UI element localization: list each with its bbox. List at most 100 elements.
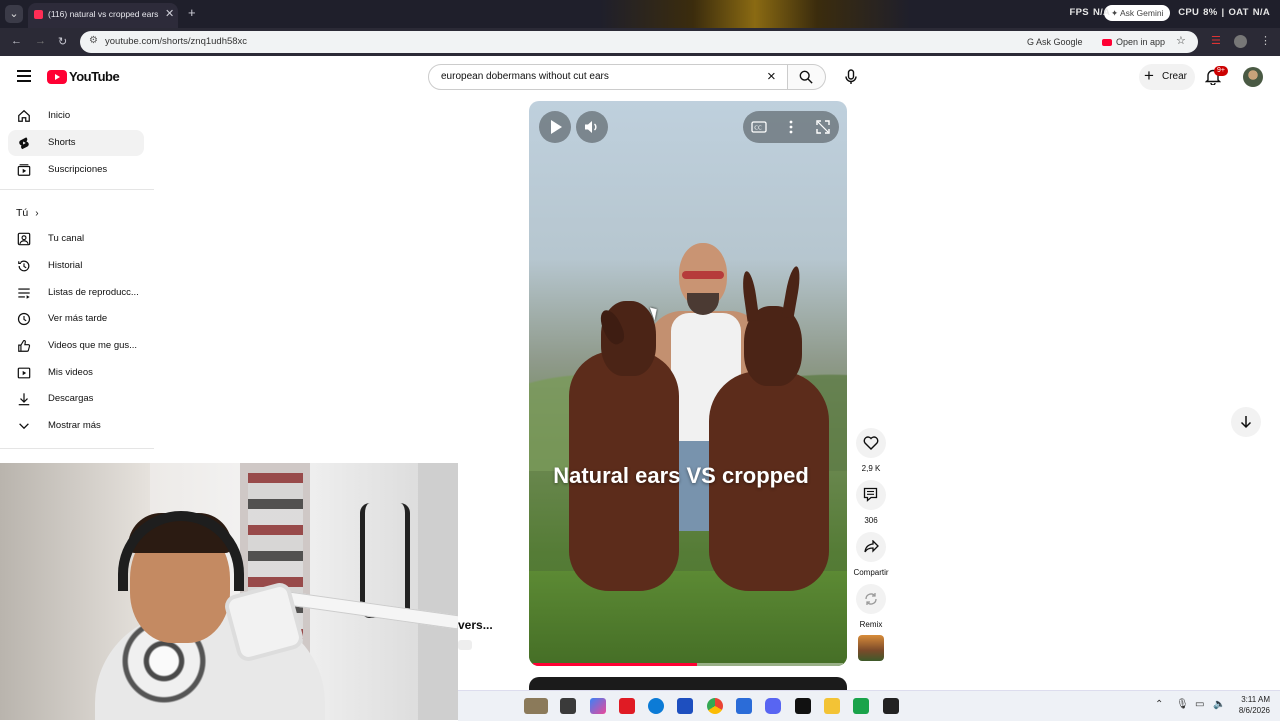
sidebar-item-label: Mis videos <box>48 367 93 378</box>
sidebar-item-show-more[interactable]: Mostrar más <box>8 413 144 439</box>
tray-overflow-icon[interactable]: ⌃ <box>1155 699 1163 710</box>
volume-icon <box>585 121 597 133</box>
system-clock[interactable]: 3:11 AM 8/6/2026 <box>1230 694 1270 716</box>
sidebar-item-downloads[interactable]: Descargas <box>8 386 144 412</box>
ask-google-button[interactable]: G Ask Google <box>1021 34 1089 50</box>
account-avatar[interactable] <box>1243 67 1263 87</box>
share-button[interactable] <box>856 532 886 562</box>
share-action[interactable]: Compartir <box>853 532 889 577</box>
partial-video-title: vers... <box>458 618 493 632</box>
share-label: Compartir <box>853 568 889 577</box>
taskbar-epic-games-icon[interactable] <box>883 698 899 714</box>
captions-icon[interactable]: CC <box>751 121 767 133</box>
taskbar-store-icon[interactable] <box>677 698 693 714</box>
sidebar-item-label: Shorts <box>48 137 76 148</box>
clear-search-icon[interactable]: × <box>767 68 776 85</box>
sidebar-item-home[interactable]: Inicio <box>8 103 144 129</box>
open-in-app-button[interactable]: Open in app <box>1096 34 1171 50</box>
taskbar-file-explorer-icon[interactable] <box>824 698 840 714</box>
taskbar-discord-icon[interactable] <box>765 698 781 714</box>
volume-button[interactable] <box>576 111 608 143</box>
comment-action[interactable]: 306 <box>853 480 889 525</box>
new-tab-button[interactable]: + <box>188 5 196 20</box>
taskbar-copilot-icon[interactable] <box>590 698 606 714</box>
play-button[interactable] <box>539 111 571 143</box>
my-videos-icon <box>17 367 31 379</box>
youtube-play-logo-icon <box>47 69 67 84</box>
sidebar-item-shorts[interactable]: Shorts <box>8 130 144 156</box>
partial-channel-chip <box>458 640 472 650</box>
reload-icon[interactable]: ↻ <box>58 35 67 48</box>
video-top-controls: CC <box>743 111 839 143</box>
playlists-icon <box>18 288 30 299</box>
comment-count: 306 <box>864 516 878 525</box>
shorts-video-player[interactable]: CC Natural ears VS cropped <box>529 101 847 666</box>
taskbar-edge-icon[interactable] <box>648 698 664 714</box>
sound-thumbnail[interactable] <box>858 635 884 661</box>
taskbar-capcut-icon[interactable] <box>795 698 811 714</box>
ask-google-label: Ask Google <box>1036 37 1083 47</box>
you-section-header[interactable]: Tú › <box>16 207 39 219</box>
video-progress-bar[interactable] <box>533 663 843 666</box>
taskbar-terminal-icon[interactable] <box>560 698 576 714</box>
youtube-favicon-icon <box>34 10 43 19</box>
sidebar-item-playlists[interactable]: Listas de reproducc... <box>8 280 144 306</box>
sidebar-item-subscriptions[interactable]: Suscripciones <box>8 157 144 183</box>
create-button[interactable]: + Crear <box>1139 64 1195 90</box>
tab-close-icon[interactable]: ✕ <box>165 7 174 20</box>
more-options-icon[interactable] <box>789 120 793 134</box>
address-bar[interactable]: ⚙ youtube.com/shorts/znq1udh58xc G Ask G… <box>80 31 1198 53</box>
sidebar-item-label: Ver más tarde <box>48 313 108 324</box>
comments-button[interactable] <box>856 480 886 510</box>
tray-volume-icon[interactable]: 🔈 <box>1213 699 1225 710</box>
search-icon <box>799 70 813 84</box>
liked-videos-icon <box>18 340 31 352</box>
remix-button[interactable] <box>856 584 886 614</box>
site-info-icon[interactable]: ⚙ <box>89 35 98 46</box>
search-input[interactable] <box>439 70 753 83</box>
profile-avatar[interactable] <box>1234 35 1247 48</box>
taskbar-chrome-icon[interactable] <box>707 698 723 714</box>
video-caption-text: Natural ears VS cropped <box>553 463 809 488</box>
back-arrow-icon[interactable]: ← <box>11 35 22 47</box>
menu-icon[interactable] <box>17 70 31 85</box>
shorts-icon <box>19 137 29 150</box>
open-in-app-label: Open in app <box>1116 37 1166 47</box>
stats-divider: | <box>1221 7 1225 18</box>
you-header-label: Tú <box>16 207 29 219</box>
next-short-button[interactable] <box>1231 407 1261 437</box>
browser-tab-active[interactable]: (116) natural vs cropped ears w ✕ <box>28 3 178 28</box>
plus-icon: + <box>1144 66 1154 85</box>
comment-icon <box>863 487 878 502</box>
sidebar-item-your-channel[interactable]: Tu canal <box>8 226 144 252</box>
fullscreen-icon[interactable] <box>816 120 830 134</box>
bookmark-star-icon[interactable]: ☆ <box>1176 34 1186 47</box>
create-label: Crear <box>1162 71 1188 82</box>
youtube-logo[interactable]: YouTube <box>47 69 120 84</box>
forward-arrow-icon[interactable]: → <box>35 35 46 47</box>
tray-network-icon[interactable]: ▭ <box>1195 699 1204 710</box>
browser-menu-icon[interactable]: ⋮ <box>1260 34 1271 47</box>
taskbar-mail-icon[interactable] <box>736 698 752 714</box>
url-text[interactable]: youtube.com/shorts/znq1udh58xc <box>105 36 247 47</box>
sidebar-item-liked-videos[interactable]: Videos que me gus... <box>8 333 144 359</box>
history-icon <box>18 260 30 272</box>
sidebar-item-watch-later[interactable]: Ver más tarde <box>8 306 144 332</box>
tray-microphone-icon[interactable]: 🎙 <box>1176 699 1189 710</box>
taskbar-app-green-icon[interactable] <box>853 698 869 714</box>
remix-action[interactable]: Remix <box>853 584 889 629</box>
like-button[interactable] <box>856 428 886 458</box>
search-button[interactable] <box>788 64 826 90</box>
voice-search-button[interactable] <box>838 64 864 90</box>
like-action[interactable]: 2,9 K <box>853 428 889 473</box>
search-box[interactable]: × <box>428 64 788 90</box>
tab-search-button[interactable]: ⌄ <box>5 5 23 23</box>
taskbar-app-icon[interactable] <box>524 698 548 714</box>
media-controls-icon[interactable]: ☰ <box>1211 34 1221 47</box>
sidebar-item-label: Videos que me gus... <box>48 340 138 351</box>
share-icon <box>864 540 879 553</box>
sidebar-divider <box>0 448 154 449</box>
taskbar-youtube-icon[interactable] <box>619 698 635 714</box>
sidebar-item-my-videos[interactable]: Mis videos <box>8 360 144 386</box>
sidebar-item-history[interactable]: Historial <box>8 253 144 279</box>
